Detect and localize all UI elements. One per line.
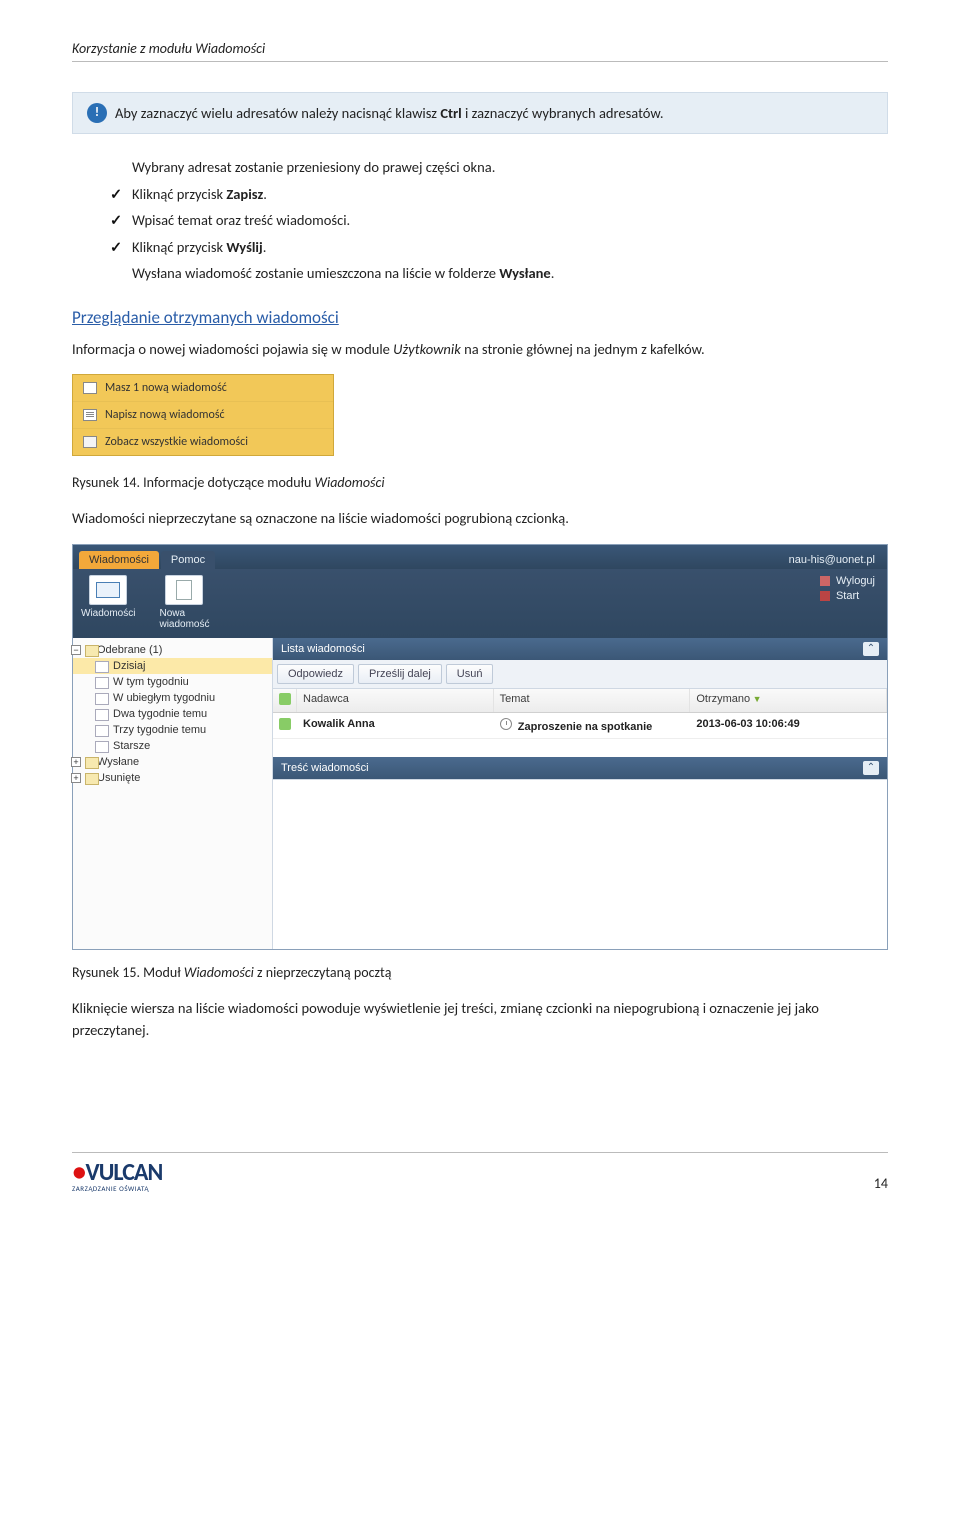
page-header-title: Korzystanie z modułu Wiadomości <box>72 40 888 57</box>
flag-icon <box>279 718 291 730</box>
messages-icon <box>89 575 127 605</box>
tree-this-week[interactable]: W tym tygodniu <box>73 674 272 690</box>
clock-icon <box>500 718 512 730</box>
ribbon-label: Nowa wiadomość <box>159 608 209 630</box>
panel-header-list: Lista wiadomości ⌃ <box>273 638 887 660</box>
logout-icon <box>820 576 830 586</box>
message-row[interactable]: Kowalik Anna Zaproszenie na spotkanie 20… <box>273 713 887 739</box>
callout-text: Aby zaznaczyć wielu adresatów należy nac… <box>115 103 663 123</box>
col-sender[interactable]: Nadawca <box>297 689 494 712</box>
widget-row-label: Zobacz wszystkie wiadomości <box>105 435 248 449</box>
ribbon-label: Wiadomości <box>81 608 135 619</box>
info-callout: ! Aby zaznaczyć wielu adresatów należy n… <box>72 92 888 134</box>
col-flag[interactable] <box>273 689 297 712</box>
widget-row-new-msg[interactable]: Masz 1 nową wiadomość <box>73 375 333 402</box>
tab-pomoc[interactable]: Pomoc <box>161 551 215 569</box>
message-body-area <box>273 779 887 949</box>
tree-last-week[interactable]: W ubiegłym tygodniu <box>73 690 272 706</box>
new-message-icon <box>165 575 203 605</box>
step-3: Wpisać temat oraz treść wiadomości. <box>110 207 888 233</box>
step-1: Wybrany adresat zostanie przeniesiony do… <box>110 154 888 180</box>
ribbon-right-links: Wyloguj Start <box>820 575 879 630</box>
figure-14-caption: Rysunek 14. Informacje dotyczące modułu … <box>72 474 888 491</box>
step-2: Kliknąć przycisk Zapisz. <box>110 181 888 207</box>
row-flag <box>273 713 297 738</box>
ribbon-wiadomosci[interactable]: Wiadomości <box>81 575 135 630</box>
col-received[interactable]: Otrzymano <box>690 689 887 712</box>
ribbon-nowa-wiadomosc[interactable]: Nowa wiadomość <box>159 575 209 630</box>
reply-button[interactable]: Odpowiedz <box>277 664 354 684</box>
collapse-panel-icon[interactable]: ⌃ <box>863 642 879 656</box>
row-date: 2013-06-03 10:06:49 <box>690 713 887 738</box>
paragraph-2: Wiadomości nieprzeczytane są oznaczone n… <box>72 507 888 529</box>
tree-today[interactable]: Dzisiaj <box>73 658 272 674</box>
user-email: nau-his@uonet.pl <box>789 554 881 569</box>
row-subject: Zaproszenie na spotkanie <box>494 713 691 738</box>
dashboard-widget: Masz 1 nową wiadomość Napisz nową wiadom… <box>72 374 334 456</box>
start-link[interactable]: Start <box>820 590 875 602</box>
forward-button[interactable]: Prześlij dalej <box>358 664 442 684</box>
row-sender: Kowalik Anna <box>297 713 494 738</box>
ribbon: Wiadomości Nowa wiadomość Wyloguj Start <box>73 569 887 638</box>
tree-two-weeks[interactable]: Dwa tygodnie temu <box>73 706 272 722</box>
vulcan-logo: ●VULCAN ZARZĄDZANIE OŚWIATĄ <box>72 1161 162 1192</box>
section-heading-link[interactable]: Przeglądanie otrzymanych wiadomości <box>72 307 888 328</box>
message-toolbar: Odpowiedz Prześlij dalej Usuń <box>273 660 887 689</box>
title-tab-bar: Wiadomości Pomoc nau-his@uonet.pl <box>73 545 887 569</box>
widget-row-label: Napisz nową wiadomość <box>105 408 225 422</box>
folder-icon <box>83 436 97 448</box>
compose-icon <box>83 409 97 421</box>
page-number: 14 <box>874 1175 888 1192</box>
tab-wiadomosci[interactable]: Wiadomości <box>79 551 159 569</box>
logout-link[interactable]: Wyloguj <box>820 575 875 587</box>
delete-button[interactable]: Usuń <box>446 664 494 684</box>
collapse-panel-icon[interactable]: ⌃ <box>863 761 879 775</box>
app-screenshot: Wiadomości Pomoc nau-his@uonet.pl Wiadom… <box>72 544 888 950</box>
main-pane: Lista wiadomości ⌃ Odpowiedz Prześlij da… <box>273 638 887 949</box>
figure-15-caption: Rysunek 15. Moduł Wiadomości z nieprzecz… <box>72 964 888 981</box>
paragraph-1: Informacja o nowej wiadomości pojawia si… <box>72 338 888 360</box>
tree-three-weeks[interactable]: Trzy tygodnie temu <box>73 722 272 738</box>
page-footer: ●VULCAN ZARZĄDZANIE OŚWIATĄ 14 <box>72 1152 888 1192</box>
widget-row-label: Masz 1 nową wiadomość <box>105 381 227 395</box>
logo-text: ●VULCAN <box>72 1161 162 1185</box>
tree-older[interactable]: Starsze <box>73 738 272 754</box>
tree-inbox[interactable]: −Odebrane (1) <box>73 642 272 658</box>
collapse-icon[interactable]: − <box>71 645 81 655</box>
flag-icon <box>279 693 291 705</box>
steps-list: Wybrany adresat zostanie przeniesiony do… <box>110 154 888 286</box>
panel-header-body: Treść wiadomości ⌃ <box>273 757 887 779</box>
widget-row-compose[interactable]: Napisz nową wiadomość <box>73 402 333 429</box>
widget-row-all[interactable]: Zobacz wszystkie wiadomości <box>73 429 333 455</box>
tree-trash[interactable]: +Usunięte <box>73 770 272 786</box>
panel-title: Treść wiadomości <box>281 762 369 774</box>
info-icon: ! <box>87 103 107 123</box>
col-subject[interactable]: Temat <box>494 689 691 712</box>
list-header: Nadawca Temat Otrzymano <box>273 689 887 713</box>
envelope-icon <box>83 382 97 394</box>
expand-icon[interactable]: + <box>71 773 81 783</box>
logo-tagline: ZARZĄDZANIE OŚWIATĄ <box>72 1185 162 1192</box>
header-rule <box>72 61 888 62</box>
step-5: Wysłana wiadomość zostanie umieszczona n… <box>110 260 888 286</box>
folder-tree: −Odebrane (1) Dzisiaj W tym tygodniu W u… <box>73 638 273 949</box>
home-icon <box>820 591 830 601</box>
step-4: Kliknąć przycisk Wyślij. <box>110 234 888 260</box>
panel-title: Lista wiadomości <box>281 643 365 655</box>
tree-sent[interactable]: +Wysłane <box>73 754 272 770</box>
expand-icon[interactable]: + <box>71 757 81 767</box>
paragraph-3: Kliknięcie wiersza na liście wiadomości … <box>72 997 888 1042</box>
